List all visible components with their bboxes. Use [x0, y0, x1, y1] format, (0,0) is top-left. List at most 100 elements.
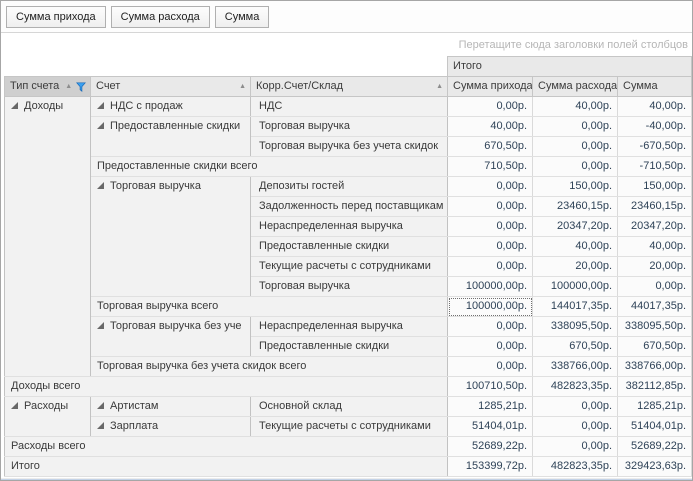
value-cell[interactable]: 40,00р.	[618, 97, 692, 117]
value-cell[interactable]: 150,00р.	[533, 177, 618, 197]
value-cell[interactable]: 51404,01р.	[618, 417, 692, 437]
value-cell[interactable]: 40,00р.	[533, 237, 618, 257]
value-cell[interactable]: 1285,21р.	[618, 397, 692, 417]
value-cell[interactable]: 338766,00р.	[618, 357, 692, 377]
column-fields-drop-zone[interactable]: Перетащите сюда заголовки полей столбцов	[1, 33, 692, 56]
value-cell[interactable]: 0,00р.	[448, 337, 533, 357]
pivot-row: Торговая выручкаДепозиты гостей0,00р.150…	[5, 177, 692, 197]
row-group-header[interactable]: Предоставленные скидки	[91, 117, 251, 157]
value-cell[interactable]: 338766,00р.	[533, 357, 618, 377]
value-cell[interactable]: 20347,20р.	[533, 217, 618, 237]
value-cell[interactable]: 100710,50р.	[448, 377, 533, 397]
value-cell[interactable]: 40,00р.	[533, 97, 618, 117]
data-field-header-summa[interactable]: Сумма	[618, 77, 692, 97]
value-cell[interactable]: 144017,35р.	[533, 297, 618, 317]
field-button-summa-prihoda[interactable]: Сумма прихода	[6, 6, 106, 28]
row-field-header-schet[interactable]: Счет ▲	[91, 77, 251, 97]
row-group-header[interactable]: НДС с продаж	[91, 97, 251, 117]
collapse-triangle-icon[interactable]	[97, 122, 104, 129]
value-cell[interactable]: 100000,00р.	[448, 297, 533, 317]
collapse-triangle-icon[interactable]	[97, 422, 104, 429]
data-field-header-summa-rashoda[interactable]: Сумма расхода	[533, 77, 618, 97]
value-cell[interactable]: 0,00р.	[448, 217, 533, 237]
value-cell[interactable]: 51404,01р.	[448, 417, 533, 437]
value-cell[interactable]: 0,00р.	[533, 137, 618, 157]
row-group-header[interactable]: Торговая выручка	[91, 177, 251, 297]
row-header-cell: Основной склад	[251, 397, 448, 417]
value-cell[interactable]: 0,00р.	[448, 97, 533, 117]
filter-icon[interactable]	[76, 82, 86, 92]
row-group-header[interactable]: Артистам	[91, 397, 251, 417]
value-cell[interactable]: -670,50р.	[618, 137, 692, 157]
row-field-header-korr-schet-sklad[interactable]: Корр.Счет/Склад ▲	[251, 77, 448, 97]
value-cell[interactable]: 338095,50р.	[533, 317, 618, 337]
collapse-triangle-icon[interactable]	[97, 402, 104, 409]
value-cell[interactable]: 153399,72р.	[448, 457, 533, 477]
field-button-summa-rashoda[interactable]: Сумма расхода	[111, 6, 210, 28]
value-cell[interactable]: 0,00р.	[533, 157, 618, 177]
pivot-row: Доходы всего100710,50р.482823,35р.382112…	[5, 377, 692, 397]
value-cell[interactable]: 338095,50р.	[618, 317, 692, 337]
total-row-header: Предоставленные скидки всего	[91, 157, 448, 177]
value-cell[interactable]: 329423,63р.	[618, 457, 692, 477]
field-button-summa[interactable]: Сумма	[215, 6, 270, 28]
row-group-header[interactable]: Расходы	[5, 397, 91, 437]
value-cell[interactable]: 670,50р.	[448, 137, 533, 157]
row-group-header[interactable]: Зарплата	[91, 417, 251, 437]
row-group-header[interactable]: Доходы	[5, 97, 91, 377]
value-cell[interactable]: 100000,00р.	[448, 277, 533, 297]
value-cell[interactable]: 23460,15р.	[618, 197, 692, 217]
value-cell[interactable]: 1285,21р.	[448, 397, 533, 417]
row-header-label: Торговая выручка всего	[97, 300, 218, 312]
value-cell[interactable]: 44017,35р.	[618, 297, 692, 317]
value-cell[interactable]: 0,00р.	[533, 417, 618, 437]
value-cell[interactable]: -710,50р.	[618, 157, 692, 177]
value-cell[interactable]: 0,00р.	[448, 257, 533, 277]
value-cell[interactable]: 670,50р.	[533, 337, 618, 357]
row-field-header-tip-scheta[interactable]: Тип счета ▲	[5, 77, 91, 97]
row-header-label: Торговая выручка без учета скидок	[259, 140, 438, 152]
value-cell[interactable]: 710,50р.	[448, 157, 533, 177]
value-cell[interactable]: 23460,15р.	[533, 197, 618, 217]
collapse-triangle-icon[interactable]	[97, 322, 104, 329]
collapse-triangle-icon[interactable]	[97, 102, 104, 109]
field-label: Корр.Счет/Склад	[256, 77, 343, 96]
value-cell[interactable]: 52689,22р.	[448, 437, 533, 457]
row-header-label: НДС	[259, 100, 282, 112]
value-cell[interactable]: 0,00р.	[448, 317, 533, 337]
row-header-label: Торговая выручка	[259, 120, 350, 132]
value-cell[interactable]: 382112,85р.	[618, 377, 692, 397]
value-cell[interactable]: 0,00р.	[533, 397, 618, 417]
value-cell[interactable]: -40,00р.	[618, 117, 692, 137]
value-cell[interactable]: 100000,00р.	[533, 277, 618, 297]
value-cell[interactable]: 0,00р.	[448, 197, 533, 217]
value-cell[interactable]: 40,00р.	[448, 117, 533, 137]
row-header-cell: Торговая выручка	[251, 277, 448, 297]
value-cell[interactable]: 20,00р.	[533, 257, 618, 277]
row-header-label: Зарплата	[110, 420, 158, 432]
row-header-label: Торговая выручка	[259, 280, 350, 292]
value-cell[interactable]: 20,00р.	[618, 257, 692, 277]
row-header-cell: Нераспределенная выручка	[251, 217, 448, 237]
collapse-triangle-icon[interactable]	[11, 102, 18, 109]
row-header-cell: Торговая выручка	[251, 117, 448, 137]
row-group-header[interactable]: Торговая выручка без уче	[91, 317, 251, 357]
column-grand-total-header[interactable]: Итого	[448, 57, 692, 77]
value-cell[interactable]: 0,00р.	[448, 237, 533, 257]
value-cell[interactable]: 0,00р.	[533, 437, 618, 457]
value-cell[interactable]: 40,00р.	[618, 237, 692, 257]
value-cell[interactable]: 20347,20р.	[618, 217, 692, 237]
value-cell[interactable]: 150,00р.	[618, 177, 692, 197]
collapse-triangle-icon[interactable]	[11, 402, 18, 409]
value-cell[interactable]: 670,50р.	[618, 337, 692, 357]
collapse-triangle-icon[interactable]	[97, 182, 104, 189]
pivot-row: РасходыАртистамОсновной склад1285,21р.0,…	[5, 397, 692, 417]
data-field-header-summa-prihoda[interactable]: Сумма прихода	[448, 77, 533, 97]
value-cell[interactable]: 482823,35р.	[533, 457, 618, 477]
value-cell[interactable]: 0,00р.	[533, 117, 618, 137]
value-cell[interactable]: 0,00р.	[618, 277, 692, 297]
value-cell[interactable]: 0,00р.	[448, 177, 533, 197]
value-cell[interactable]: 52689,22р.	[618, 437, 692, 457]
value-cell[interactable]: 482823,35р.	[533, 377, 618, 397]
value-cell[interactable]: 0,00р.	[448, 357, 533, 377]
